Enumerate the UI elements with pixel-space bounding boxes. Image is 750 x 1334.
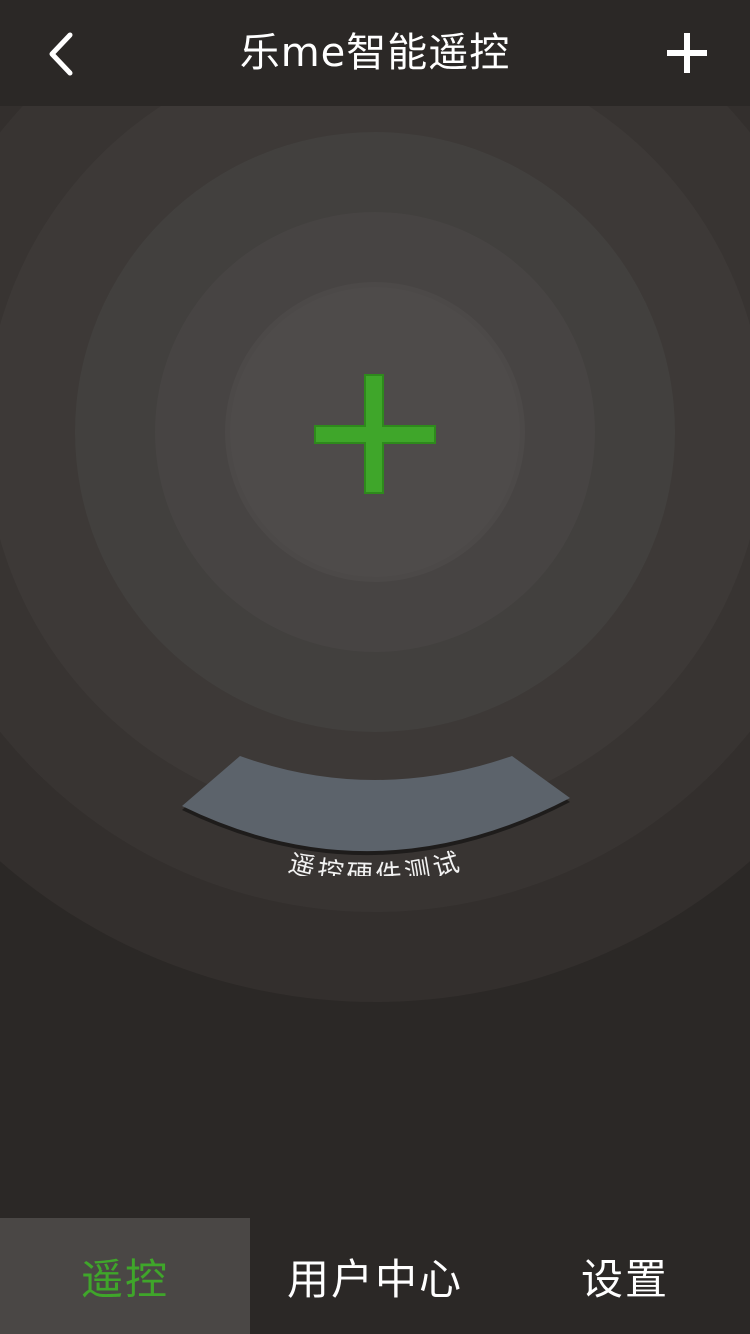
tab-settings[interactable]: 设置 xyxy=(500,1218,750,1334)
tab-bar: 遥控 用户中心 设置 xyxy=(0,1218,750,1334)
plus-icon xyxy=(314,374,436,494)
page-title: 乐me智能遥控 xyxy=(239,30,511,76)
app-screen: 乐me智能遥控 遥控硬件测试 遥控 用户中心 设置 xyxy=(0,0,750,1334)
add-device-button[interactable] xyxy=(654,20,720,86)
radar-background: 遥控硬件测试 xyxy=(0,106,750,1218)
plus-icon xyxy=(667,33,707,73)
tab-remote[interactable]: 遥控 xyxy=(0,1218,250,1334)
hardware-test-button[interactable]: 遥控硬件测试 xyxy=(178,756,574,876)
navigation-bar: 乐me智能遥控 xyxy=(0,0,750,106)
add-remote-button[interactable] xyxy=(312,372,438,498)
tab-user-center[interactable]: 用户中心 xyxy=(250,1218,500,1334)
